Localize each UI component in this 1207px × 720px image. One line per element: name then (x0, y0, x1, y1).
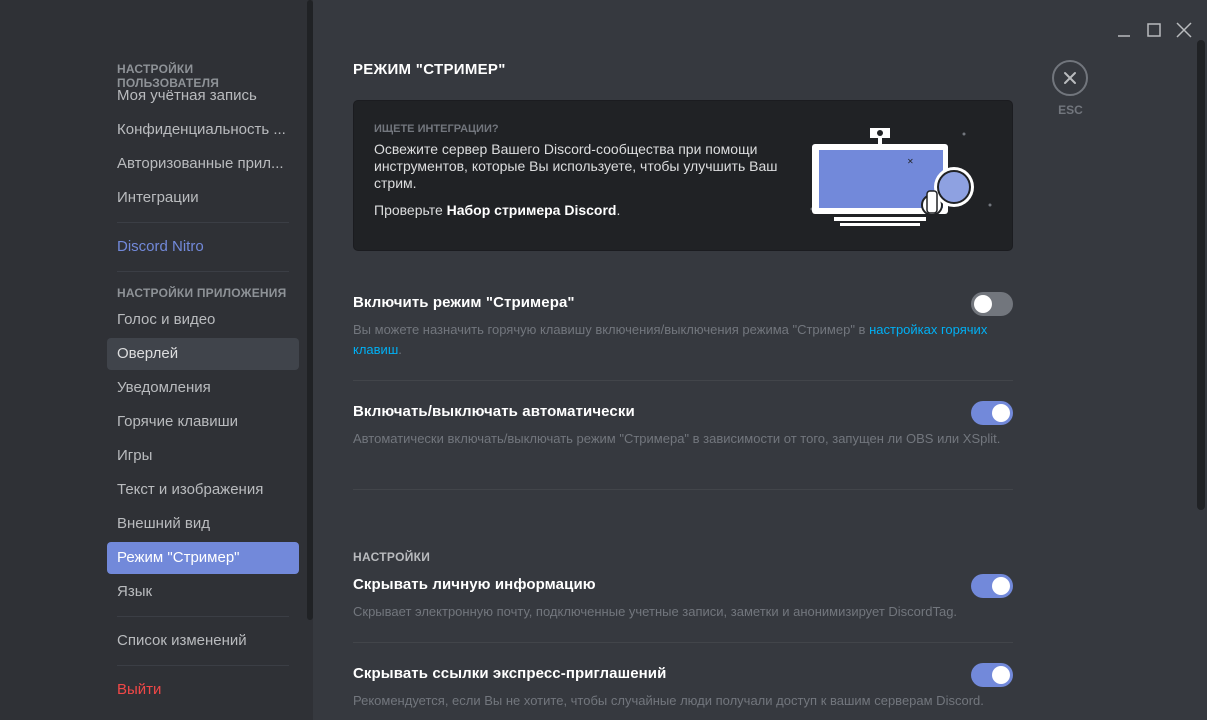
setting-hide-invite-links: Скрывать ссылки экспресс-приглашений Рек… (353, 663, 1013, 711)
sidebar-item-privacy[interactable]: Конфиденциальность ... (107, 114, 299, 146)
card-cta-suffix: . (616, 202, 621, 218)
sidebar-item-nitro[interactable]: Discord Nitro (107, 231, 299, 263)
setting-description: Автоматически включать/выключать режим "… (353, 431, 1001, 446)
divider (353, 642, 1013, 643)
auto-toggle-switch[interactable] (971, 401, 1013, 425)
sidebar-separator (117, 616, 289, 617)
setting-description: Скрывает электронную почту, подключенные… (353, 604, 958, 619)
integrations-card: ИЩЕТЕ ИНТЕГРАЦИИ? Освежите сервер Вашего… (353, 100, 1013, 251)
close-button[interactable] (1052, 60, 1088, 96)
sidebar-item-overlay[interactable]: Оверлей (107, 338, 299, 370)
sidebar-separator (117, 271, 289, 272)
esc-label: ESC (1058, 103, 1083, 117)
sidebar-item-games[interactable]: Игры (107, 440, 299, 472)
desc-suffix: . (398, 342, 402, 357)
streamer-kit-link[interactable]: Набор стримера Discord (447, 202, 617, 218)
sidebar-item-text-images[interactable]: Текст и изображения (107, 474, 299, 506)
card-cta-prefix: Проверьте (374, 202, 447, 218)
setting-title: Скрывать ссылки экспресс-приглашений (353, 665, 667, 682)
sidebar-item-changelog[interactable]: Список изменений (107, 625, 299, 657)
divider (353, 489, 1013, 490)
card-text: ИЩЕТЕ ИНТЕГРАЦИИ? Освежите сервер Вашего… (374, 123, 794, 218)
card-label: ИЩЕТЕ ИНТЕГРАЦИИ? (374, 123, 499, 135)
close-window-icon[interactable] (1172, 18, 1196, 42)
content-scrollbar[interactable] (1197, 40, 1205, 510)
card-body: Освежите сервер Вашего Discord-сообществ… (374, 141, 778, 191)
setting-title: Включать/выключать автоматически (353, 403, 635, 420)
divider (353, 380, 1013, 381)
setting-description: Вы можете назначить горячую клавишу вклю… (353, 320, 1018, 360)
card-cta: Проверьте Набор стримера Discord. (374, 202, 794, 218)
sidebar-item-integrations[interactable]: Интеграции (107, 182, 299, 214)
hide-invite-links-toggle[interactable] (971, 663, 1013, 687)
desc-text: Вы можете назначить горячую клавишу вклю… (353, 322, 870, 337)
sidebar-scrollbar[interactable] (307, 0, 313, 620)
streamer-monitor-illustration: ✕ (810, 128, 992, 226)
sidebar-nav: НАСТРОЙКИ ПОЛЬЗОВАТЕЛЯ Моя учётная запис… (107, 56, 299, 708)
sidebar-item-my-account[interactable]: Моя учётная запись (107, 80, 299, 112)
enable-streamer-toggle[interactable] (971, 292, 1013, 316)
hide-personal-info-toggle[interactable] (971, 574, 1013, 598)
setting-auto-toggle: Включать/выключать автоматически Автомат… (353, 401, 1013, 449)
sidebar-separator (117, 222, 289, 223)
sidebar-item-notifications[interactable]: Уведомления (107, 372, 299, 404)
section-label-settings: НАСТРОЙКИ (353, 550, 431, 564)
sidebar-item-streamer-mode[interactable]: Режим "Стример" (107, 542, 299, 574)
setting-description: Рекомендуется, если Вы не хотите, чтобы … (353, 693, 984, 708)
toggle-knob (992, 666, 1010, 684)
close-settings: ESC (1052, 60, 1089, 117)
minimize-window-icon[interactable] (1112, 18, 1136, 42)
page-title: РЕЖИМ "СТРИМЕР" (353, 61, 506, 78)
svg-text:✕: ✕ (907, 157, 914, 166)
sidebar-item-voice-video[interactable]: Голос и видео (107, 304, 299, 336)
setting-hide-personal-info: Скрывать личную информацию Скрывает элек… (353, 574, 1013, 622)
sidebar-item-authorized-apps[interactable]: Авторизованные прил... (107, 148, 299, 180)
sidebar-item-appearance[interactable]: Внешний вид (107, 508, 299, 540)
sidebar-item-language[interactable]: Язык (107, 576, 299, 608)
maximize-window-icon[interactable] (1142, 18, 1166, 42)
setting-title: Включить режим "Стримера" (353, 294, 575, 311)
sidebar-header-user-settings: НАСТРОЙКИ ПОЛЬЗОВАТЕЛЯ (117, 62, 220, 90)
toggle-knob (992, 404, 1010, 422)
toggle-knob (974, 295, 992, 313)
sidebar-item-logout[interactable]: Выйти (107, 674, 299, 706)
settings-sidebar: НАСТРОЙКИ ПОЛЬЗОВАТЕЛЯ Моя учётная запис… (0, 0, 313, 720)
close-icon (1064, 72, 1076, 84)
setting-title: Скрывать личную информацию (353, 576, 596, 593)
setting-enable-streamer: Включить режим "Стримера" Вы можете назн… (353, 292, 1013, 360)
sidebar-item-keybinds[interactable]: Горячие клавиши (107, 406, 299, 438)
sidebar-header-app-settings: НАСТРОЙКИ ПРИЛОЖЕНИЯ (117, 286, 287, 300)
toggle-knob (992, 577, 1010, 595)
sidebar-separator (117, 665, 289, 666)
